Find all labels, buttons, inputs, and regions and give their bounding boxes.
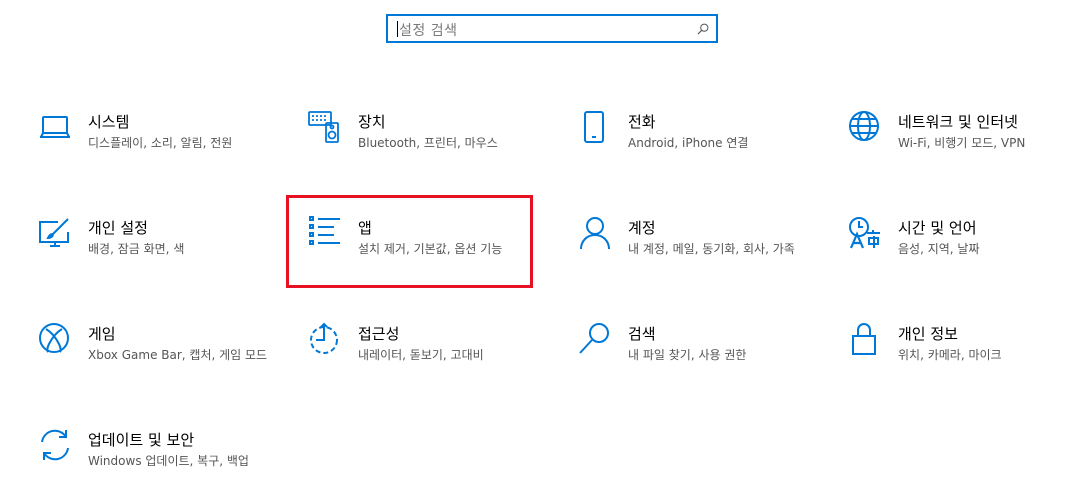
- lock-icon: [848, 322, 882, 356]
- tile-description: 내 계정, 메일, 동기화, 회사, 가족: [628, 242, 795, 256]
- tile-accounts[interactable]: 계정 내 계정, 메일, 동기화, 회사, 가족: [578, 216, 808, 286]
- laptop-icon: [38, 110, 72, 144]
- tile-title: 개인 정보: [898, 325, 958, 343]
- search-input[interactable]: 설정 검색: [386, 14, 718, 43]
- ease-of-access-icon: [308, 322, 342, 356]
- tile-network[interactable]: 네트워크 및 인터넷 Wi-Fi, 비행기 모드, VPN: [848, 110, 1078, 180]
- tile-gaming[interactable]: 게임 Xbox Game Bar, 캡처, 게임 모드: [38, 322, 268, 392]
- xbox-icon: [38, 322, 72, 356]
- settings-home: 설정 검색 시스템 디스플레이, 소리, 알림, 전원 장치 Bluetooth…: [0, 0, 1082, 491]
- tile-title: 계정: [628, 219, 656, 237]
- tile-title: 전화: [628, 113, 656, 131]
- tile-description: Xbox Game Bar, 캡처, 게임 모드: [88, 348, 268, 362]
- search-placeholder: 설정 검색: [399, 23, 458, 39]
- tile-phone[interactable]: 전화 Android, iPhone 연결: [578, 110, 808, 180]
- tile-description: 디스플레이, 소리, 알림, 전원: [88, 136, 233, 150]
- tile-search[interactable]: 검색 내 파일 찾기, 사용 권한: [578, 322, 808, 392]
- search-icon: [697, 23, 709, 35]
- tile-description: Bluetooth, 프린터, 마우스: [358, 136, 498, 150]
- tile-time-language[interactable]: 시간 및 언어 음성, 지역, 날짜: [848, 216, 1078, 286]
- tile-title: 접근성: [358, 325, 400, 343]
- tile-description: Windows 업데이트, 복구, 백업: [88, 454, 249, 468]
- sync-icon: [38, 428, 72, 462]
- person-icon: [578, 216, 612, 250]
- tile-personalization[interactable]: 개인 설정 배경, 잠금 화면, 색: [38, 216, 268, 286]
- tile-description: 위치, 카메라, 마이크: [898, 348, 1002, 362]
- tile-devices[interactable]: 장치 Bluetooth, 프린터, 마우스: [308, 110, 538, 180]
- tile-title: 업데이트 및 보안: [88, 431, 195, 449]
- tile-description: 내 파일 찾기, 사용 권한: [628, 348, 747, 362]
- highlight-box: [286, 195, 533, 288]
- tile-system[interactable]: 시스템 디스플레이, 소리, 알림, 전원: [38, 110, 268, 180]
- tile-title: 검색: [628, 325, 656, 343]
- tile-description: 배경, 잠금 화면, 색: [88, 242, 185, 256]
- tile-title: 장치: [358, 113, 386, 131]
- paint-monitor-icon: [38, 216, 72, 250]
- tile-description: 음성, 지역, 날짜: [898, 242, 980, 256]
- search-icon: [578, 322, 612, 356]
- tile-privacy[interactable]: 개인 정보 위치, 카메라, 마이크: [848, 322, 1078, 392]
- tile-title: 게임: [88, 325, 116, 343]
- globe-icon: [848, 110, 882, 144]
- tile-description: Android, iPhone 연결: [628, 136, 749, 150]
- tile-description: Wi-Fi, 비행기 모드, VPN: [898, 136, 1026, 150]
- text-caret: [397, 21, 398, 37]
- tile-title: 개인 설정: [88, 219, 148, 237]
- tile-description: 내레이터, 돋보기, 고대비: [358, 348, 484, 362]
- tile-ease-of-access[interactable]: 접근성 내레이터, 돋보기, 고대비: [308, 322, 538, 392]
- tile-title: 네트워크 및 인터넷: [898, 113, 1018, 131]
- tile-title: 시스템: [88, 113, 130, 131]
- language-icon: [848, 216, 882, 250]
- phone-icon: [578, 110, 612, 144]
- tile-update-security[interactable]: 업데이트 및 보안 Windows 업데이트, 복구, 백업: [38, 428, 268, 491]
- tile-title: 시간 및 언어: [898, 219, 977, 237]
- keyboard-speaker-icon: [308, 110, 342, 144]
